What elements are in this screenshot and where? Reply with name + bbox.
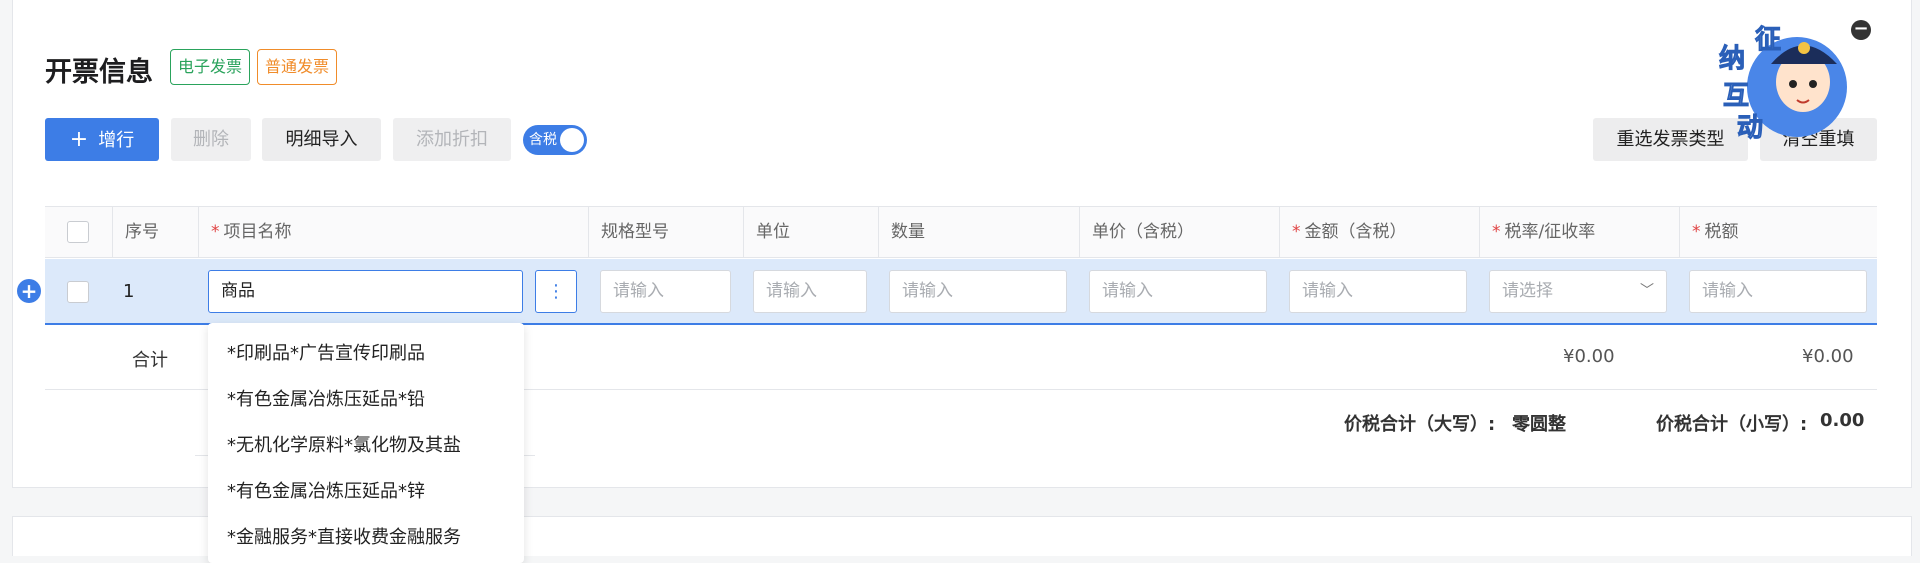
item-suggestion-dropdown: *印刷品*广告宣传印刷品 *有色金属冶炼压延品*铅 *无机化学原料*氯化物及其盐…: [208, 323, 524, 563]
total-lower-label: 价税合计（小写）:: [1656, 414, 1808, 435]
required-mark: *: [1692, 222, 1701, 242]
summary-label: 合计: [132, 350, 168, 371]
summary-amount: ¥0.00: [1563, 346, 1615, 367]
total-lower-value: 0.00: [1820, 410, 1865, 431]
header-item-name: * 项目名称: [198, 207, 588, 257]
add-discount-button[interactable]: 添加折扣: [393, 118, 511, 161]
mascot-text-char-1: 征: [1755, 25, 1781, 55]
chevron-down-icon: ﹀: [1640, 283, 1654, 299]
header-qty: 数量: [878, 207, 1079, 257]
header-amount: * 金额（含税）: [1279, 207, 1479, 257]
tag-normal-invoice: 普通发票: [257, 49, 338, 85]
header-seq: 序号: [112, 207, 198, 257]
amount-input[interactable]: 请输入: [1289, 270, 1467, 313]
required-mark: *: [1292, 222, 1301, 242]
item-name-more-button[interactable]: ⋮: [535, 270, 577, 313]
header-spec: 规格型号: [588, 207, 743, 257]
header-item-name-label: 项目名称: [223, 222, 292, 242]
tax-included-toggle[interactable]: 含税: [523, 125, 587, 155]
spec-input[interactable]: 请输入: [600, 270, 731, 313]
add-row-label: 增行: [98, 130, 135, 151]
header-tax-rate: * 税率/征收率: [1479, 207, 1679, 257]
suggestion-item[interactable]: *金融服务*直接收费金融服务: [227, 523, 461, 549]
required-mark: *: [1492, 222, 1501, 242]
toggle-knob: [560, 128, 584, 152]
row-checkbox[interactable]: [67, 281, 89, 303]
unit-price-input[interactable]: 请输入: [1089, 270, 1267, 313]
summary-tax: ¥0.00: [1802, 346, 1854, 367]
tax-rate-select[interactable]: 请选择 ﹀: [1489, 270, 1667, 313]
mascot-text-char-2: 纳: [1719, 43, 1745, 74]
header-tax-label: 税额: [1704, 222, 1739, 242]
suggestion-item[interactable]: *有色金属冶炼压延品*锌: [227, 477, 425, 503]
row-seq: 1: [123, 281, 135, 302]
header-unit-price: 单价（含税）: [1079, 207, 1279, 257]
tax-toggle-label: 含税: [529, 132, 557, 148]
tag-electronic-invoice: 电子发票: [170, 49, 251, 85]
header-unit: 单位: [743, 207, 878, 257]
mascot-text-char-3: 互: [1723, 81, 1749, 111]
tax-input[interactable]: 请输入: [1689, 270, 1867, 313]
insert-row-icon[interactable]: +: [17, 279, 41, 303]
suggestion-item[interactable]: *有色金属冶炼压延品*铅: [227, 385, 425, 411]
select-all-checkbox[interactable]: [67, 221, 89, 243]
qty-input[interactable]: 请输入: [889, 270, 1067, 313]
add-row-button[interactable]: + 增行: [45, 118, 159, 161]
total-upper-label: 价税合计（大写）:: [1344, 414, 1496, 435]
mascot-close-icon[interactable]: −: [1851, 20, 1871, 40]
item-name-input[interactable]: 商品: [208, 270, 523, 313]
detail-import-button[interactable]: 明细导入: [262, 118, 381, 161]
header-tax-rate-label: 税率/征收率: [1504, 222, 1596, 242]
header-amount-label: 金额（含税）: [1304, 222, 1407, 242]
suggestion-item[interactable]: *无机化学原料*氯化物及其盐: [227, 431, 461, 457]
mascot-text-char-4: 动: [1737, 113, 1763, 143]
total-upper-value: 零圆整: [1512, 414, 1566, 435]
required-mark: *: [211, 222, 220, 242]
suggestion-item[interactable]: *印刷品*广告宣传印刷品: [227, 339, 425, 365]
table-header: 序号 * 项目名称 规格型号 单位 数量 单价（含税） * 金额（含税） * 税率/征…: [45, 206, 1877, 258]
delete-button[interactable]: 删除: [171, 118, 251, 161]
plus-icon: +: [69, 127, 89, 152]
section-title: 开票信息: [45, 57, 153, 88]
mascot-avatar-icon[interactable]: 征 纳 互 动: [1715, 12, 1855, 147]
tax-rate-placeholder: 请选择: [1502, 281, 1553, 301]
unit-input[interactable]: 请输入: [753, 270, 867, 313]
header-tax: * 税额: [1679, 207, 1877, 257]
